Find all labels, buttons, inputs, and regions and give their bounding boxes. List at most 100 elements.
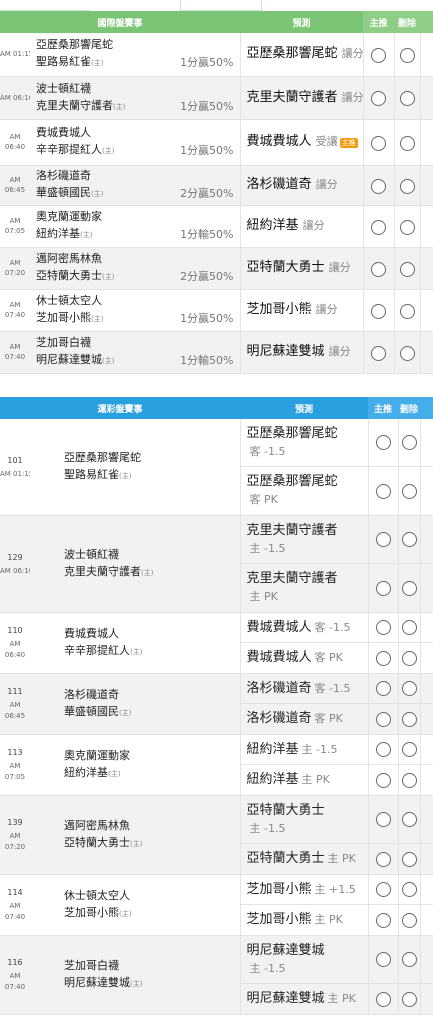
home-marker: (主) <box>130 648 143 656</box>
main-pick-radio[interactable] <box>371 303 387 319</box>
delete-radio[interactable] <box>399 345 415 361</box>
main-pick-cell <box>367 874 399 936</box>
main-pick-radio[interactable] <box>375 772 391 788</box>
delete-radio[interactable] <box>401 532 417 547</box>
main-pick-radio[interactable] <box>375 620 391 635</box>
predicted-team: 明尼蘇達雙城 <box>246 991 325 1006</box>
delete-radio[interactable] <box>401 851 417 867</box>
teams-cell: 奧克蘭運動家 紐約洋基(主) <box>30 205 130 248</box>
delete-radio[interactable] <box>401 991 417 1007</box>
delete-radio[interactable] <box>401 650 417 666</box>
match-time-period: AM <box>9 259 21 267</box>
delete-radio[interactable] <box>401 952 417 967</box>
delete-cell <box>397 673 421 735</box>
delete-radio[interactable] <box>401 912 417 928</box>
main-pick-radio[interactable] <box>375 711 391 727</box>
delete-radio[interactable] <box>401 681 417 696</box>
delete-radio[interactable] <box>399 178 415 194</box>
main-pick-radio[interactable] <box>375 812 391 827</box>
match-time-clock: 07:40 <box>4 353 26 361</box>
extra-cell <box>419 734 433 796</box>
match-time-cell: 113 AM 07:05 <box>0 734 30 796</box>
main-pick-radio[interactable] <box>371 135 387 151</box>
delete-radio[interactable] <box>401 620 417 635</box>
delete-radio[interactable] <box>401 882 417 897</box>
main-pick-radio[interactable] <box>371 219 387 235</box>
prediction-type: 讓分 <box>328 261 351 274</box>
predicted-team: 明尼蘇達雙城 <box>246 942 325 958</box>
prediction-line: 費城費城人 客 -1.5 <box>241 613 368 643</box>
prediction-line-handicap: 主 PK <box>327 992 356 1005</box>
main-pick-cell <box>367 673 399 735</box>
main-pick-radio[interactable] <box>375 742 391 757</box>
teams-cell: 費城費城人 辛辛那提紅人(主) <box>30 119 130 166</box>
home-team: 辛辛那提紅人 <box>64 644 130 657</box>
odds-value: 1分贏50% <box>180 99 234 113</box>
main-pick-radio[interactable] <box>371 91 387 106</box>
delete-radio[interactable] <box>399 47 415 63</box>
main-pick-radio-cell <box>362 119 395 166</box>
match-time-period: AM <box>9 832 21 840</box>
main-pick-radio[interactable] <box>371 261 387 277</box>
extra-cell <box>419 515 433 613</box>
top-tab-1[interactable] <box>0 0 90 11</box>
main-pick-radio[interactable] <box>375 435 391 450</box>
main-pick-cell <box>367 935 399 1015</box>
main-pick-radio[interactable] <box>375 851 391 867</box>
delete-cell <box>397 935 421 1015</box>
extra-cell <box>419 33 433 77</box>
delete-radio[interactable] <box>401 772 417 788</box>
match-time-clock: 07:05 <box>4 773 26 781</box>
home-marker: (主) <box>130 840 143 848</box>
away-team: 芝加哥白襪 <box>36 336 91 349</box>
predicted-team: 費城費城人 <box>246 134 312 149</box>
main-pick-radio[interactable] <box>371 178 387 194</box>
prediction-line: 明尼蘇達雙城 主 -1.5 <box>241 936 368 984</box>
main-pick-radio[interactable] <box>375 882 391 897</box>
main-pick-radio[interactable] <box>371 47 387 63</box>
delete-radio[interactable] <box>399 135 415 151</box>
extra-cell <box>419 165 433 206</box>
delete-radio[interactable] <box>399 303 415 319</box>
extra-cell <box>419 289 433 332</box>
main-pick-radio[interactable] <box>375 650 391 666</box>
predicted-team: 芝加哥小熊 <box>246 302 312 317</box>
match-time: AM 01:15 <box>0 50 30 59</box>
main-pick-radio[interactable] <box>375 991 391 1007</box>
prediction-cell: 芝加哥小熊 讓分 <box>239 289 364 332</box>
prediction-line-handicap: 客 PK <box>314 651 343 664</box>
delete-radio-cell <box>393 119 421 166</box>
match-time-cell: 129 AM 06:10 <box>0 515 30 613</box>
delete-radio[interactable] <box>399 219 415 235</box>
match-row: 101 AM 01:15 亞歷桑那響尾蛇 聖路易紅雀(主) 亞歷桑那響尾蛇 客 … <box>0 419 433 516</box>
delete-radio[interactable] <box>401 483 417 499</box>
match-row: AM 01:15 亞歷桑那響尾蛇 聖路易紅雀(主) 1分贏50% 亞歷桑那響尾蛇… <box>0 33 433 77</box>
main-pick-radio[interactable] <box>375 912 391 928</box>
main-pick-radio[interactable] <box>371 345 387 361</box>
home-marker: (主) <box>130 980 143 988</box>
delete-radio[interactable] <box>399 261 415 277</box>
prediction-cell: 紐約洋基 讓分 <box>239 205 364 248</box>
delete-radio[interactable] <box>401 711 417 727</box>
extra-cell <box>419 119 433 166</box>
away-team: 費城費城人 <box>36 126 91 139</box>
home-team: 華盛頓國民 <box>64 705 119 718</box>
teams-cell: 洛杉磯道奇 華盛頓國民(主) <box>30 165 130 206</box>
main-pick-radio[interactable] <box>375 952 391 967</box>
main-pick-radio[interactable] <box>375 532 391 547</box>
main-pick-radio[interactable] <box>375 580 391 596</box>
main-pick-cell <box>367 515 399 613</box>
odds-value: 1分輸50% <box>180 354 234 367</box>
delete-radio[interactable] <box>401 435 417 450</box>
match-time-clock: 06:45 <box>4 186 26 194</box>
delete-radio[interactable] <box>401 812 417 827</box>
main-pick-radio[interactable] <box>375 483 391 499</box>
delete-radio[interactable] <box>401 742 417 757</box>
delete-radio[interactable] <box>399 91 415 106</box>
main-pick-radio[interactable] <box>375 681 391 696</box>
delete-radio[interactable] <box>401 580 417 596</box>
top-tab-2[interactable] <box>180 0 262 11</box>
away-team: 費城費城人 <box>64 627 119 640</box>
odds-cell: 1分贏50% <box>130 119 241 166</box>
prediction-cell: 亞特蘭大勇士 讓分 <box>239 247 364 290</box>
